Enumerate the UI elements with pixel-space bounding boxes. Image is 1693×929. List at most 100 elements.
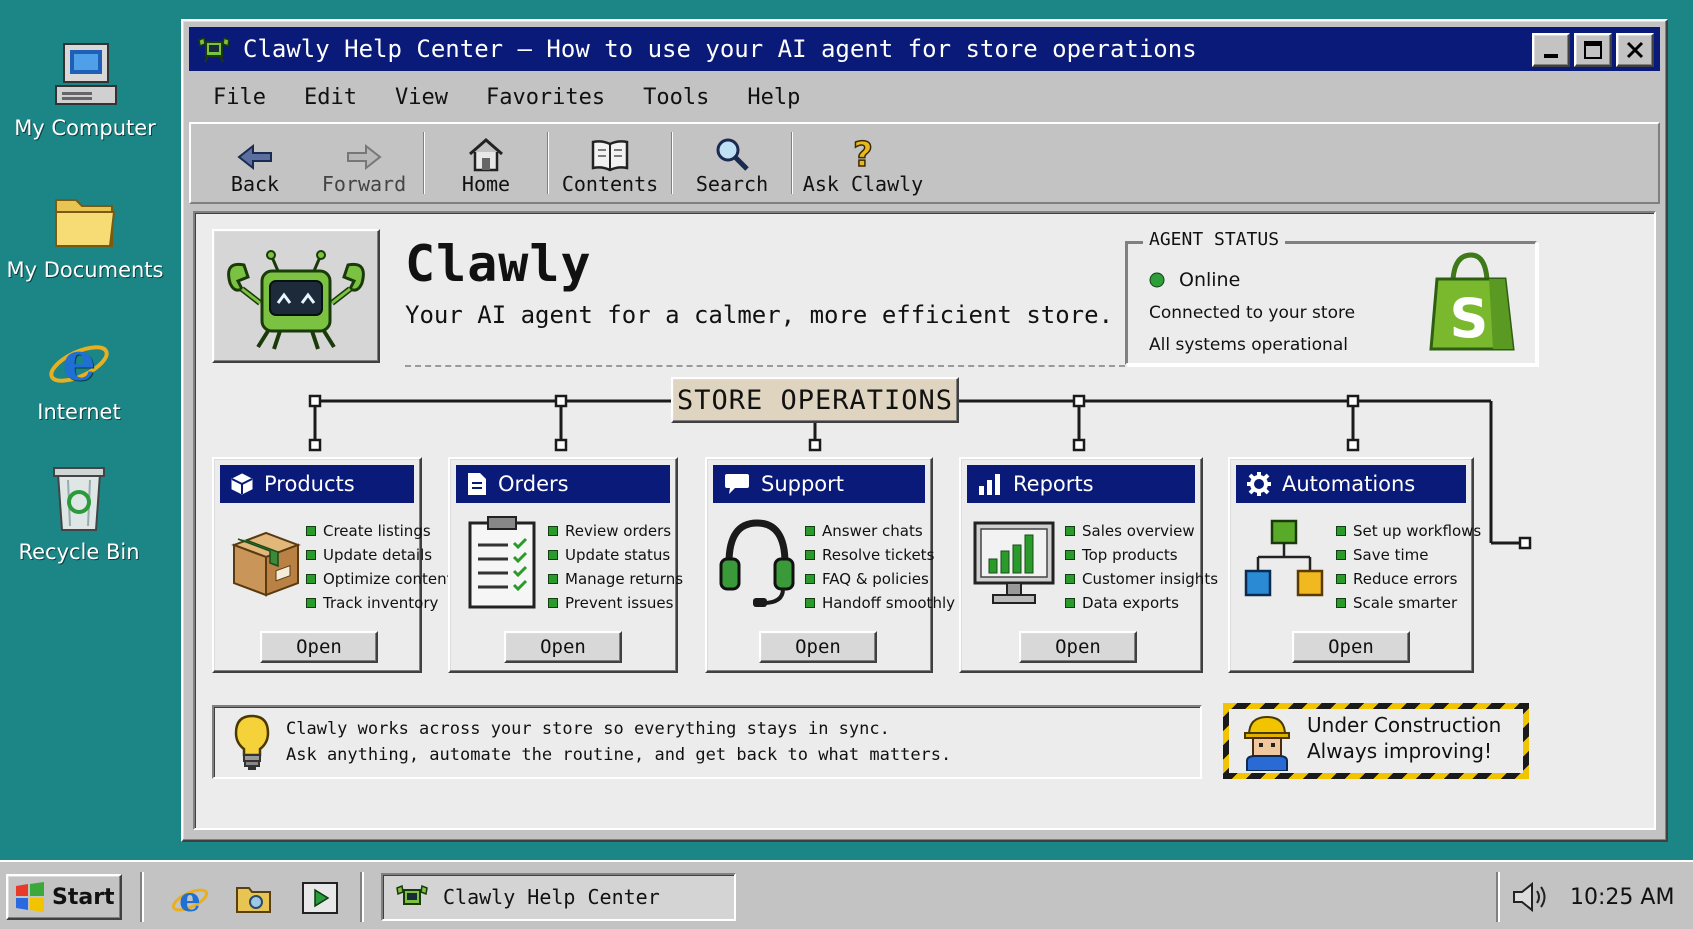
store-operations-title: STORE OPERATIONS (671, 377, 959, 423)
list-item: Save time (1336, 543, 1481, 567)
close-button[interactable] (1616, 33, 1654, 67)
toolbar-contents-button[interactable]: Contents (549, 124, 671, 202)
start-button[interactable]: Start (6, 874, 122, 920)
agent-status-panel: AGENT STATUS Online Connected to your st… (1125, 229, 1537, 365)
svg-text:e: e (179, 880, 201, 918)
title-bar[interactable]: Clawly Help Center – How to use your AI … (189, 27, 1660, 71)
list-item: Resolve tickets (805, 543, 955, 567)
list-item: Set up workflows (1336, 519, 1481, 543)
menu-tools[interactable]: Tools (643, 85, 709, 110)
clawly-logo (212, 229, 380, 363)
menu-edit[interactable]: Edit (304, 85, 357, 110)
minimize-button[interactable] (1532, 33, 1570, 67)
card-reports-list: Sales overview Top products Customer ins… (1065, 519, 1218, 615)
reports-open-button[interactable]: Open (1019, 631, 1137, 663)
list-item: Manage returns (548, 567, 683, 591)
card-orders: Orders Review orders Update status Manag… (448, 457, 683, 673)
magnifier-icon (716, 138, 749, 171)
speech-bubble-icon (725, 474, 749, 494)
clawly-crab-icon (227, 250, 365, 350)
list-item: Handoff smoothly (805, 591, 955, 615)
gear-icon (1247, 472, 1271, 496)
desktop-icon-label: Internet (37, 400, 121, 424)
help-content: Clawly Your AI agent for a calmer, more … (193, 211, 1656, 830)
bar-chart-icon (979, 474, 1000, 495)
desktop-icon-recycle-bin[interactable]: Recycle Bin (0, 462, 164, 564)
taskbar: Start e Clawly Help Center 10:25 AM (0, 860, 1693, 929)
internet-explorer-icon[interactable]: e (170, 878, 210, 918)
clawly-crab-icon (198, 36, 230, 63)
lightbulb-icon (234, 714, 270, 770)
speaker-icon[interactable] (1510, 880, 1552, 914)
list-item: Prevent issues (548, 591, 683, 615)
list-item: Customer insights (1065, 567, 1218, 591)
windows-logo-icon (16, 882, 44, 912)
taskbar-app-label: Clawly Help Center (443, 885, 660, 909)
menu-view[interactable]: View (395, 85, 448, 110)
orders-open-button[interactable]: Open (504, 631, 622, 663)
construction-line-1: Under Construction (1307, 713, 1502, 737)
taskbar-separator (140, 872, 144, 922)
products-open-button[interactable]: Open (260, 631, 378, 663)
explorer-folder-icon[interactable] (234, 878, 274, 918)
info-panel: Clawly works across your store so everyt… (212, 705, 1202, 779)
card-orders-list: Review orders Update status Manage retur… (548, 519, 683, 615)
list-item: Data exports (1065, 591, 1218, 615)
shopify-bag-icon: S (1429, 252, 1515, 351)
list-item: Update status (548, 543, 683, 567)
recycle-bin-icon (53, 467, 105, 531)
list-item: Answer chats (805, 519, 955, 543)
info-line-1: Clawly works across your store so everyt… (286, 719, 890, 739)
agent-status-state: Online (1179, 269, 1241, 291)
list-item: Sales overview (1065, 519, 1218, 543)
toolbar-home-button[interactable]: Home (425, 124, 547, 202)
app-tagline: Your AI agent for a calmer, more efficie… (405, 301, 1114, 329)
desktop-icon-internet[interactable]: e Internet (0, 330, 164, 424)
desktop-icon-my-documents[interactable]: My Documents (0, 190, 170, 282)
media-player-icon[interactable] (300, 878, 340, 918)
toolbar-search-button[interactable]: Search (673, 124, 791, 202)
list-item: Top products (1065, 543, 1218, 567)
list-item: Review orders (548, 519, 683, 543)
workflow-diagram-icon (1244, 519, 1324, 597)
toolbar: Back Forward Home Contents Search ? Ask … (189, 122, 1660, 204)
toolbar-ask-clawly-button[interactable]: ? Ask Clawly (793, 124, 933, 202)
system-tray: 10:25 AM (1496, 872, 1686, 922)
headset-icon (719, 519, 795, 607)
menu-help[interactable]: Help (747, 85, 800, 110)
desktop-icon-label: Recycle Bin (18, 540, 140, 564)
svg-text:?: ? (853, 136, 873, 172)
support-open-button[interactable]: Open (759, 631, 877, 663)
list-item: Optimize content (306, 567, 452, 591)
toolbar-forward-button[interactable]: Forward (305, 124, 423, 202)
menu-bar: File Edit View Favorites Tools Help (189, 77, 1660, 117)
start-label: Start (52, 884, 115, 910)
desktop-icon-label: My Computer (14, 116, 156, 140)
maximize-icon (1584, 41, 1602, 59)
svg-text:e: e (62, 332, 95, 393)
card-automations-header: Automations (1236, 465, 1466, 503)
question-icon: ? (852, 136, 873, 172)
list-item: Reduce errors (1336, 567, 1481, 591)
monitor-chart-icon (973, 521, 1055, 604)
computer-icon (55, 43, 117, 105)
agent-status-connection: Connected to your store (1149, 303, 1356, 323)
taskbar-app-clawly-help-center[interactable]: Clawly Help Center (381, 873, 736, 921)
info-line-2: Ask anything, automate the routine, and … (286, 745, 952, 765)
card-products: Products Create listings Update details … (212, 457, 452, 673)
forward-arrow-icon (347, 143, 382, 171)
taskbar-separator (360, 872, 364, 922)
desktop-icon-my-computer[interactable]: My Computer (0, 40, 170, 140)
desktop-icon-label: My Documents (6, 258, 164, 282)
window-title: Clawly Help Center – How to use your AI … (243, 35, 1197, 63)
menu-favorites[interactable]: Favorites (486, 85, 605, 110)
menu-file[interactable]: File (213, 85, 266, 110)
card-reports-header: Reports (967, 465, 1195, 503)
toolbar-back-button[interactable]: Back (205, 124, 305, 202)
package-box-icon (231, 531, 301, 597)
clawly-crab-icon (396, 884, 428, 905)
automations-open-button[interactable]: Open (1292, 631, 1410, 663)
card-products-header: Products (220, 465, 414, 503)
maximize-button[interactable] (1574, 33, 1612, 67)
card-support: Support Answer chats Resolve tickets FAQ… (705, 457, 955, 673)
